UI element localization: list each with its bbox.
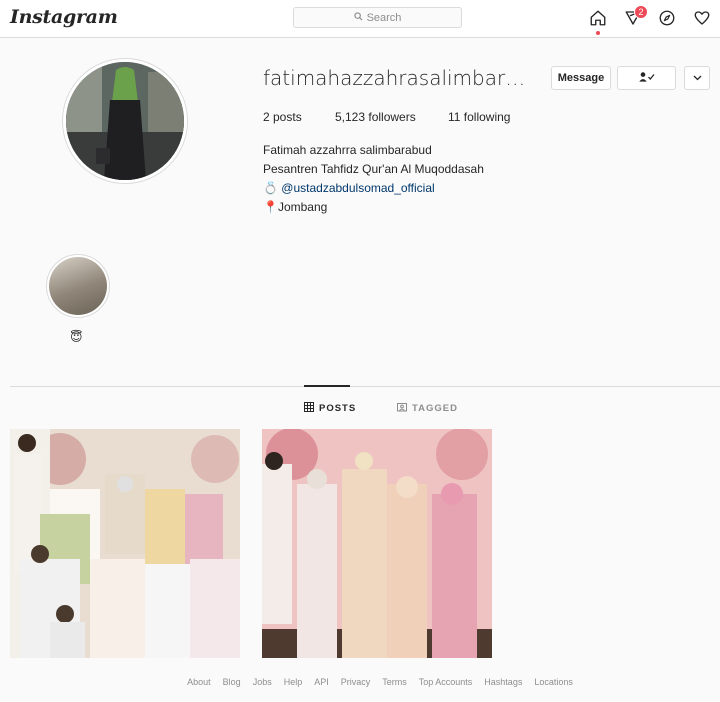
search-input[interactable]: Search bbox=[293, 7, 462, 28]
footer-link-help[interactable]: Help bbox=[284, 677, 303, 687]
mention-link[interactable]: @ustadzabdulsomad_official bbox=[281, 181, 434, 195]
explore-icon[interactable] bbox=[657, 8, 677, 28]
more-options-button[interactable] bbox=[684, 66, 710, 90]
heart-icon[interactable] bbox=[692, 8, 712, 28]
posts-count: 2 posts bbox=[263, 110, 302, 124]
following-link[interactable]: 11 following bbox=[448, 110, 510, 124]
post-thumbnail[interactable] bbox=[10, 429, 240, 658]
footer-link-blog[interactable]: Blog bbox=[223, 677, 241, 687]
highlight-label: 😇 bbox=[70, 330, 83, 344]
footer-link-locations[interactable]: Locations bbox=[534, 677, 573, 687]
footer-links: About Blog Jobs Help API Privacy Terms T… bbox=[0, 677, 720, 687]
home-icon[interactable] bbox=[588, 8, 608, 28]
footer-link-terms[interactable]: Terms bbox=[382, 677, 407, 687]
footer-link-hashtags[interactable]: Hashtags bbox=[484, 677, 522, 687]
highlight-cover bbox=[49, 257, 107, 315]
post-thumbnail[interactable] bbox=[262, 429, 492, 658]
tag-icon bbox=[397, 402, 407, 415]
active-tab-indicator bbox=[304, 385, 350, 387]
pin-emoji: 📍 bbox=[263, 200, 278, 214]
story-highlight[interactable] bbox=[46, 254, 110, 318]
instagram-logo[interactable]: Instagram bbox=[10, 6, 118, 28]
tab-posts-label: POSTS bbox=[319, 403, 357, 414]
bio-location: Jombang bbox=[277, 200, 328, 214]
person-check-icon bbox=[638, 71, 655, 85]
notification-badge: 2 bbox=[634, 5, 648, 19]
footer-link-api[interactable]: API bbox=[314, 677, 329, 687]
search-icon bbox=[353, 11, 363, 24]
search-placeholder: Search bbox=[366, 11, 402, 24]
footer-link-top-accounts[interactable]: Top Accounts bbox=[419, 677, 473, 687]
bio-mention-line: 💍 @ustadzabdulsomad_official bbox=[263, 179, 484, 198]
avatar-photo bbox=[66, 62, 184, 180]
profile-bio: Fatimah azzahrra salimbarabud Pesantren … bbox=[263, 141, 484, 217]
top-nav: Instagram Search 2 bbox=[0, 0, 720, 38]
tabs-divider bbox=[10, 386, 720, 387]
home-active-dot bbox=[596, 31, 600, 35]
message-button[interactable]: Message bbox=[551, 66, 611, 90]
footer-link-privacy[interactable]: Privacy bbox=[341, 677, 371, 687]
followers-link[interactable]: 5,123 followers bbox=[335, 110, 416, 124]
bio-line: Pesantren Tahfidz Qur'an Al Muqoddasah bbox=[263, 162, 484, 176]
following-button[interactable] bbox=[617, 66, 676, 90]
tab-posts[interactable]: POSTS bbox=[304, 402, 356, 415]
profile-avatar[interactable] bbox=[62, 58, 188, 184]
ring-emoji: 💍 bbox=[263, 181, 278, 195]
footer-link-about[interactable]: About bbox=[187, 677, 211, 687]
bio-location-line: 📍Jombang bbox=[263, 198, 484, 217]
tab-tagged-label: TAGGED bbox=[412, 403, 458, 414]
profile-username: fatimahazzahrasalimbarabu... bbox=[263, 66, 533, 90]
footer-link-jobs[interactable]: Jobs bbox=[253, 677, 272, 687]
grid-icon bbox=[304, 402, 314, 415]
chevron-down-icon bbox=[693, 72, 702, 84]
bio-name: Fatimah azzahrra salimbarabud bbox=[263, 143, 432, 157]
tab-tagged[interactable]: TAGGED bbox=[397, 402, 458, 415]
